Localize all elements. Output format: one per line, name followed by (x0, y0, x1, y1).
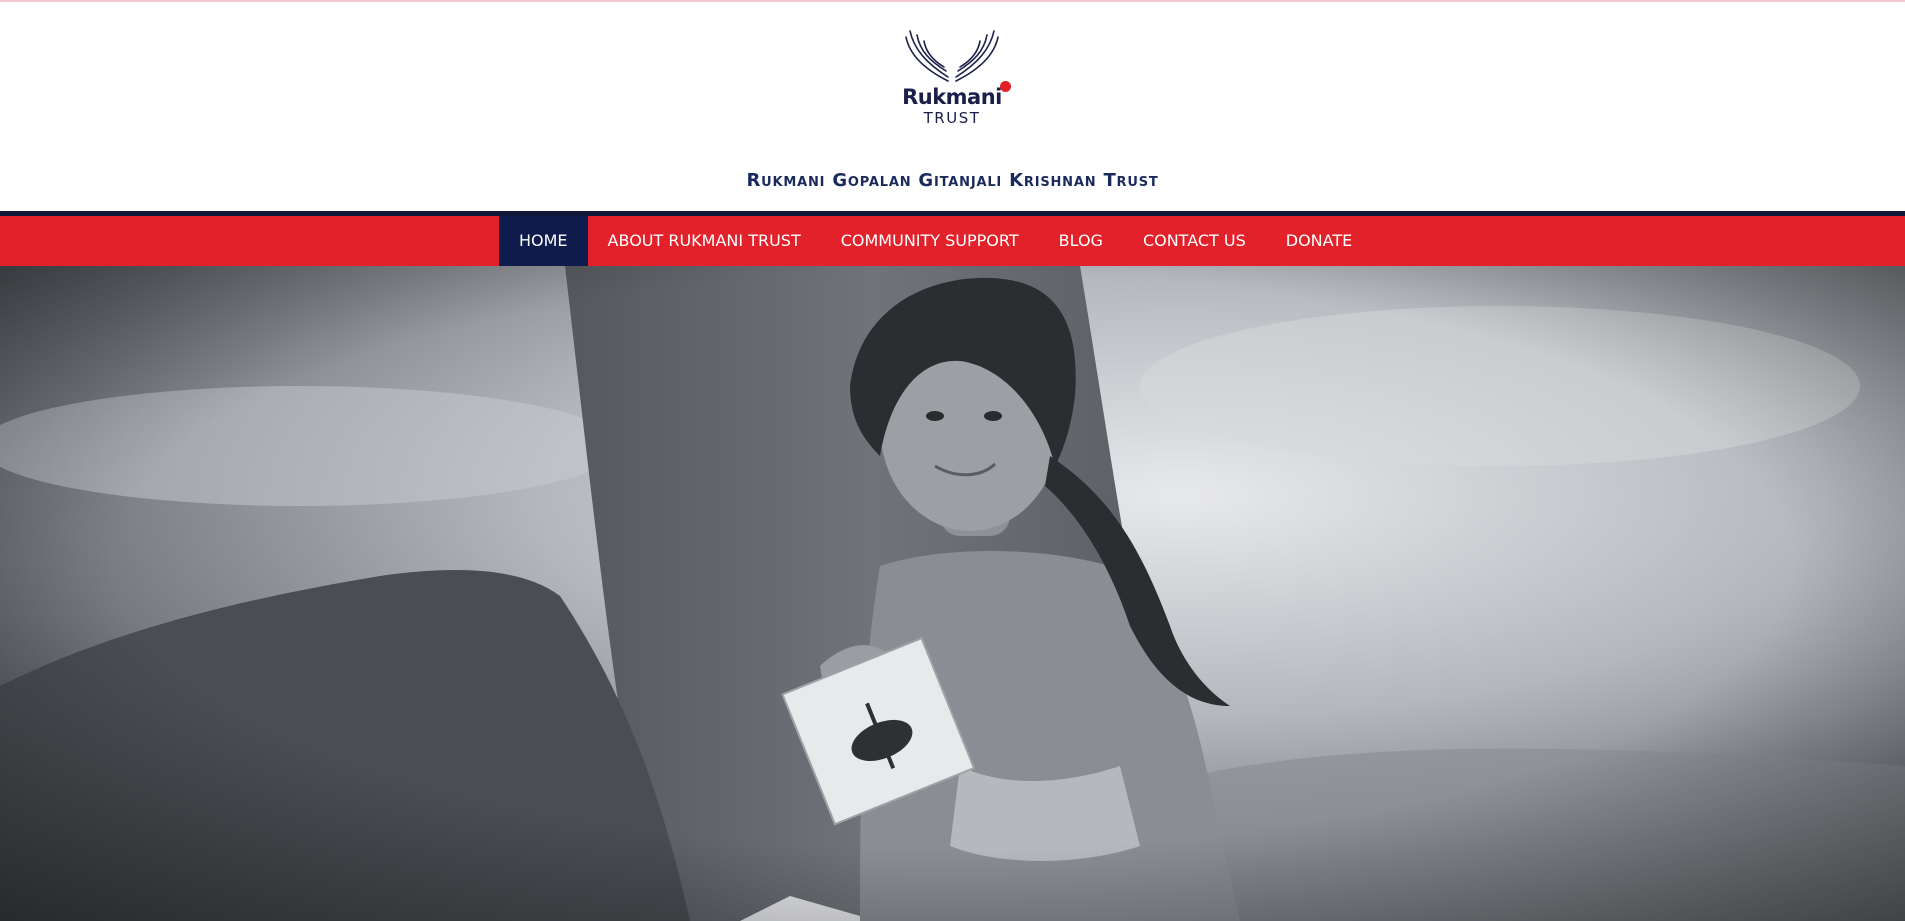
site-header: Rukmani TRUST Rukmani Gopalan Gitanjali … (0, 2, 1905, 211)
nav-item-about-rukmani-trust[interactable]: ABOUT RUKMANI TRUST (588, 216, 821, 266)
nav-item-home[interactable]: HOME (499, 216, 588, 266)
hands-icon (905, 30, 999, 82)
logo-wordmark: Rukmani (902, 85, 1002, 109)
nav-menu: HOME ABOUT RUKMANI TRUST COMMUNITY SUPPORT… (499, 216, 1372, 266)
logo-subtitle: TRUST (923, 109, 981, 127)
main-navigation: HOME ABOUT RUKMANI TRUST COMMUNITY SUPPORT… (0, 216, 1905, 266)
nav-item-contact-us[interactable]: CONTACT US (1123, 216, 1266, 266)
hero-image (0, 266, 1905, 921)
nav-item-blog[interactable]: BLOG (1039, 216, 1123, 266)
hero-banner (0, 266, 1905, 921)
nav-item-community-support[interactable]: COMMUNITY SUPPORT (821, 216, 1039, 266)
site-tagline: Rukmani Gopalan Gitanjali Krishnan Trust (746, 170, 1159, 191)
logo-dot (1000, 81, 1011, 92)
nav-item-donate[interactable]: DONATE (1266, 216, 1372, 266)
site-logo[interactable]: Rukmani TRUST (890, 27, 1014, 127)
